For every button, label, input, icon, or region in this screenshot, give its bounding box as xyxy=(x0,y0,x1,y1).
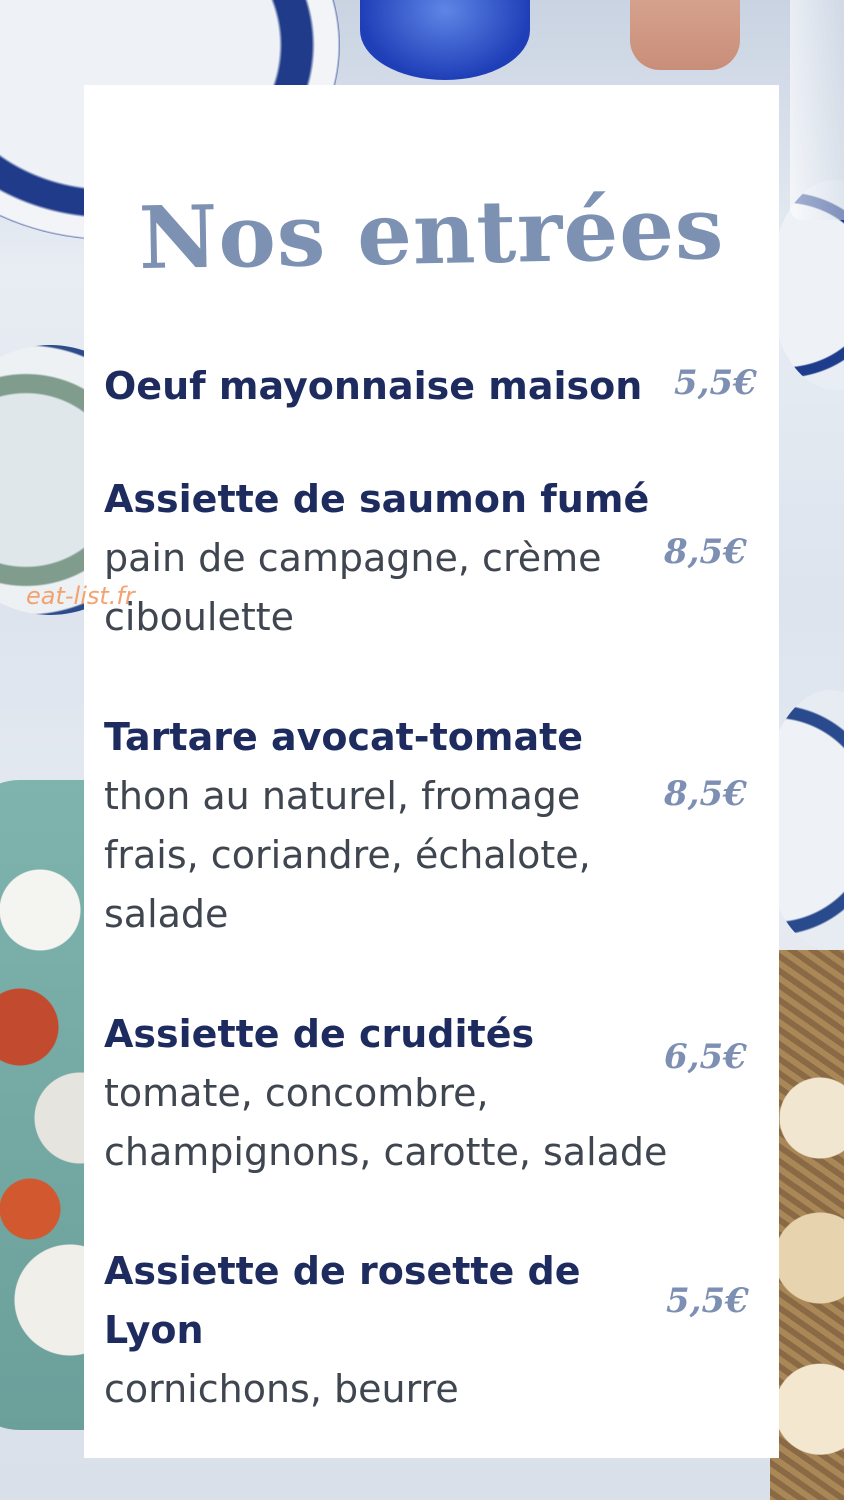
menu-item: Assiette de rosette de Lyon cornichons, … xyxy=(104,1242,754,1419)
item-price: 8,5€ xyxy=(664,774,747,814)
bread-basket-image xyxy=(770,950,844,1500)
item-name: Tartare avocat-tomate xyxy=(104,715,584,759)
menu-title: Nos entrées xyxy=(137,177,726,290)
item-description: cornichons, beurre xyxy=(104,1367,459,1411)
item-price: 5,5€ xyxy=(666,1281,749,1321)
item-price: 5,5€ xyxy=(674,363,757,403)
menu-card: Nos entrées Oeuf mayonnaise maison 5,5€ … xyxy=(84,85,779,1458)
item-name: Assiette de crudités xyxy=(104,1012,535,1056)
menu-item: Tartare avocat-tomate thon au naturel, f… xyxy=(104,708,754,944)
watermark-text: eat-list.fr xyxy=(26,582,135,610)
glass-image xyxy=(360,0,530,80)
menu-item: Assiette de saumon fumé pain de campagne… xyxy=(104,470,754,647)
item-name: Oeuf mayonnaise maison xyxy=(104,364,643,408)
item-name: Assiette de saumon fumé xyxy=(104,477,650,521)
item-price: 6,5€ xyxy=(664,1037,747,1077)
menu-item: Oeuf mayonnaise maison xyxy=(104,357,754,416)
bottle-image xyxy=(630,0,740,70)
item-name: Assiette de rosette de Lyon xyxy=(104,1249,581,1352)
item-price: 8,5€ xyxy=(664,532,747,572)
item-description: tomate, concombre, champignons, carotte,… xyxy=(104,1071,668,1174)
cup-image xyxy=(790,0,844,220)
item-description: pain de campagne, crème ciboulette xyxy=(104,536,602,639)
menu-item: Assiette de crudités tomate, concombre, … xyxy=(104,1005,754,1182)
item-description: thon au naturel, fromage frais, coriandr… xyxy=(104,774,591,936)
